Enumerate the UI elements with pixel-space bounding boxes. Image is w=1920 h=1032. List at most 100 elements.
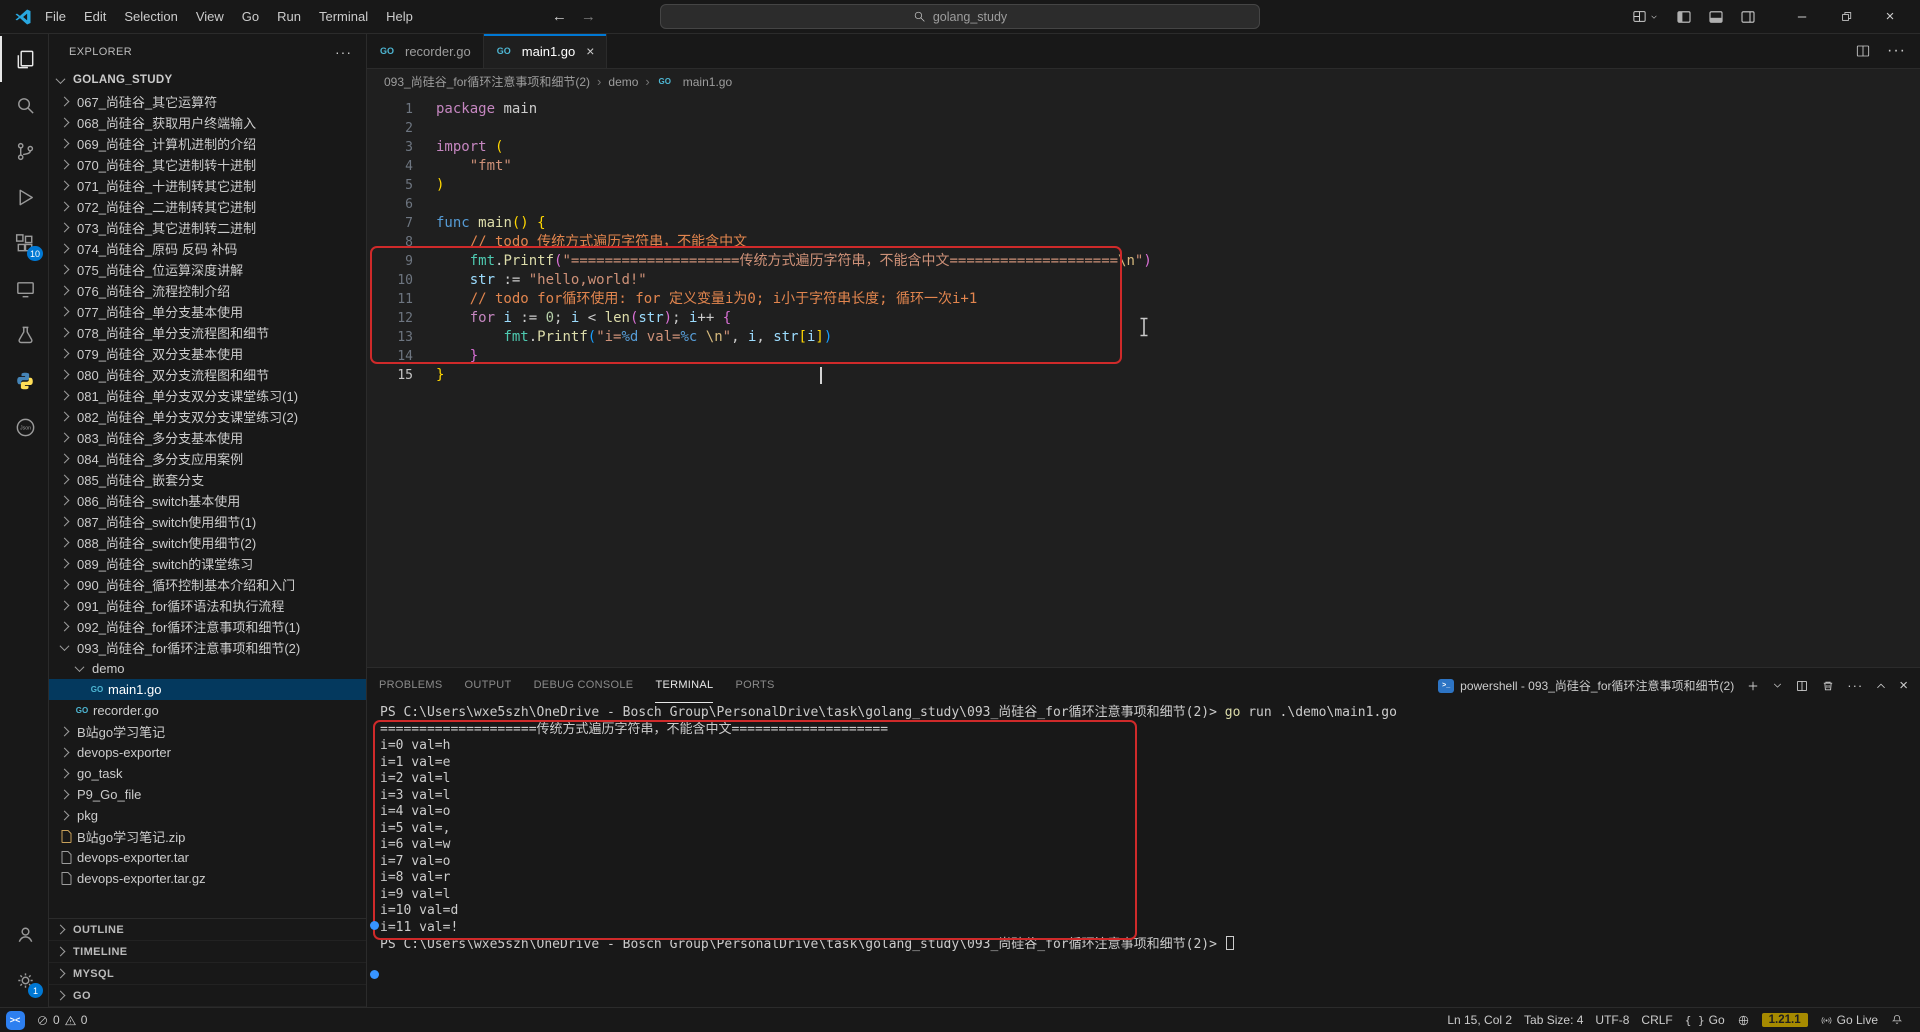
tree-folder-086_尚硅谷_switch基本使用[interactable]: 086_尚硅谷_switch基本使用 xyxy=(49,490,366,511)
menu-terminal[interactable]: Terminal xyxy=(310,6,377,27)
go-env-status[interactable] xyxy=(1731,1014,1756,1027)
tree-folder-074_尚硅谷_原码 反码 补码[interactable]: 074_尚硅谷_原码 反码 补码 xyxy=(49,238,366,259)
tab-main1-go[interactable]: GO main1.go × xyxy=(483,34,608,68)
code-line-10[interactable]: 10 str := "hello,world!" xyxy=(367,271,1920,290)
menu-help[interactable]: Help xyxy=(377,6,422,27)
accounts-icon[interactable] xyxy=(0,911,48,957)
toggle-panel-icon[interactable] xyxy=(1708,9,1724,25)
menu-file[interactable]: File xyxy=(36,6,75,27)
terminal-profile-chevron-icon[interactable] xyxy=(1772,680,1783,691)
panel-tab-output[interactable]: OUTPUT xyxy=(465,668,512,703)
tree-folder-075_尚硅谷_位运算深度讲解[interactable]: 075_尚硅谷_位运算深度讲解 xyxy=(49,259,366,280)
code-line-8[interactable]: 8 // todo 传统方式遍历字符串，不能含中文 xyxy=(367,233,1920,252)
code-line-2[interactable]: 2 xyxy=(367,119,1920,138)
encoding-status[interactable]: UTF-8 xyxy=(1589,1013,1635,1027)
code-line-9[interactable]: 9 fmt.Printf("====================传统方式遍历… xyxy=(367,252,1920,271)
tree-folder-069_尚硅谷_计算机进制的介绍[interactable]: 069_尚硅谷_计算机进制的介绍 xyxy=(49,133,366,154)
tree-folder-092_尚硅谷_for循环注意事项和细节(1)[interactable]: 092_尚硅谷_for循环注意事项和细节(1) xyxy=(49,616,366,637)
tree-file-recorder.go[interactable]: GO recorder.go xyxy=(49,700,366,721)
go-live-button[interactable]: Go Live xyxy=(1814,1013,1884,1027)
menu-selection[interactable]: Selection xyxy=(115,6,186,27)
new-terminal-icon[interactable] xyxy=(1746,679,1760,693)
panel-tab-terminal[interactable]: TERMINAL xyxy=(655,668,714,703)
tree-file-devops-exporter.tar.gz[interactable]: devops-exporter.tar.gz xyxy=(49,868,366,889)
terminal-command-decoration-dot[interactable] xyxy=(370,921,379,930)
tree-folder-081_尚硅谷_单分支双分支课堂练习(1)[interactable]: 081_尚硅谷_单分支双分支课堂练习(1) xyxy=(49,385,366,406)
code-line-1[interactable]: 1 package main xyxy=(367,100,1920,119)
menu-view[interactable]: View xyxy=(187,6,233,27)
tree-folder-pkg[interactable]: pkg xyxy=(49,805,366,826)
code-editor[interactable]: 1 package main 2 3 import (4 "fmt" 5) 6 7 func m… xyxy=(367,94,1920,667)
code-line-15[interactable]: 15} xyxy=(367,366,1920,385)
explorer-more-actions[interactable]: ··· xyxy=(335,44,352,60)
tree-folder-091_尚硅谷_for循环语法和执行流程[interactable]: 091_尚硅谷_for循环语法和执行流程 xyxy=(49,595,366,616)
eol-status[interactable]: CRLF xyxy=(1635,1013,1678,1027)
json-tool-icon[interactable]: Json xyxy=(0,404,48,450)
tree-folder-demo[interactable]: demo xyxy=(49,658,366,679)
tree-root-golang-study[interactable]: GOLANG_STUDY xyxy=(49,69,366,91)
code-line-4[interactable]: 4 "fmt" xyxy=(367,157,1920,176)
close-window-button[interactable]: × xyxy=(1868,0,1912,33)
tree-folder-082_尚硅谷_单分支双分支课堂练习(2)[interactable]: 082_尚硅谷_单分支双分支课堂练习(2) xyxy=(49,406,366,427)
go-version-status[interactable]: 1.21.1 xyxy=(1756,1013,1814,1027)
tree-folder-077_尚硅谷_单分支基本使用[interactable]: 077_尚硅谷_单分支基本使用 xyxy=(49,301,366,322)
explorer-icon[interactable] xyxy=(0,36,48,82)
code-line-14[interactable]: 14 } xyxy=(367,347,1920,366)
tree-folder-P9_Go_file[interactable]: P9_Go_file xyxy=(49,784,366,805)
tree-folder-068_尚硅谷_获取用户终端输入[interactable]: 068_尚硅谷_获取用户终端输入 xyxy=(49,112,366,133)
tree-folder-076_尚硅谷_流程控制介绍[interactable]: 076_尚硅谷_流程控制介绍 xyxy=(49,280,366,301)
menu-go[interactable]: Go xyxy=(233,6,268,27)
maximize-panel-icon[interactable] xyxy=(1875,680,1887,692)
tree-folder-080_尚硅谷_双分支流程图和细节[interactable]: 080_尚硅谷_双分支流程图和细节 xyxy=(49,364,366,385)
editor-more-actions-icon[interactable]: ··· xyxy=(1887,42,1906,60)
tab-recorder-go[interactable]: GO recorder.go xyxy=(367,34,484,68)
code-line-5[interactable]: 5) xyxy=(367,176,1920,195)
tree-file-main1.go[interactable]: GO main1.go xyxy=(49,679,366,700)
command-center-search[interactable]: golang_study xyxy=(660,4,1260,29)
tree-file-B站go学习笔记.zip[interactable]: B站go学习笔记.zip xyxy=(49,826,366,847)
tree-folder-090_尚硅谷_循环控制基本介绍和入门[interactable]: 090_尚硅谷_循环控制基本介绍和入门 xyxy=(49,574,366,595)
code-line-7[interactable]: 7 func main() { xyxy=(367,214,1920,233)
tree-folder-071_尚硅谷_十进制转其它进制[interactable]: 071_尚硅谷_十进制转其它进制 xyxy=(49,175,366,196)
minimize-button[interactable]: – xyxy=(1780,0,1824,33)
terminal-session[interactable]: >_ powershell - 093_尚硅谷_for循环注意事项和细节(2) xyxy=(1438,677,1734,694)
menu-edit[interactable]: Edit xyxy=(75,6,115,27)
close-panel-icon[interactable]: × xyxy=(1899,677,1908,694)
search-sidebar-icon[interactable] xyxy=(0,82,48,128)
close-tab-icon[interactable]: × xyxy=(586,43,594,59)
sidebar-section-timeline[interactable]: TIMELINE xyxy=(49,941,366,963)
tree-folder-089_尚硅谷_switch的课堂练习[interactable]: 089_尚硅谷_switch的课堂练习 xyxy=(49,553,366,574)
tree-file-devops-exporter.tar[interactable]: devops-exporter.tar xyxy=(49,847,366,868)
customize-layout-icon[interactable] xyxy=(1632,9,1658,24)
notifications-bell[interactable] xyxy=(1884,1013,1910,1027)
remote-indicator[interactable]: >< xyxy=(0,1008,30,1032)
back-button[interactable]: ← xyxy=(552,8,567,25)
tree-folder-078_尚硅谷_单分支流程图和细节[interactable]: 078_尚硅谷_单分支流程图和细节 xyxy=(49,322,366,343)
terminal-command-decoration-dot[interactable] xyxy=(370,970,379,979)
tree-folder-088_尚硅谷_switch使用细节(2)[interactable]: 088_尚硅谷_switch使用细节(2) xyxy=(49,532,366,553)
panel-tab-ports[interactable]: PORTS xyxy=(735,668,774,703)
breadcrumb-demo[interactable]: demo xyxy=(608,75,638,89)
terminal-output[interactable]: PS C:\Users\wxe5szh\OneDrive - Bosch Gro… xyxy=(367,703,1920,1007)
cursor-position[interactable]: Ln 15, Col 2 xyxy=(1441,1013,1518,1027)
remote-explorer-icon[interactable] xyxy=(0,266,48,312)
code-line-11[interactable]: 11 // todo for循环使用: for 定义变量i为0; i小于字符串长… xyxy=(367,290,1920,309)
python-icon[interactable] xyxy=(0,358,48,404)
tree-folder-go_task[interactable]: go_task xyxy=(49,763,366,784)
sidebar-section-go[interactable]: GO xyxy=(49,985,366,1007)
split-terminal-icon[interactable] xyxy=(1795,679,1809,693)
code-line-3[interactable]: 3 import ( xyxy=(367,138,1920,157)
tree-folder-085_尚硅谷_嵌套分支[interactable]: 085_尚硅谷_嵌套分支 xyxy=(49,469,366,490)
tree-folder-067_尚硅谷_其它运算符[interactable]: 067_尚硅谷_其它运算符 xyxy=(49,91,366,112)
testing-beaker-icon[interactable] xyxy=(0,312,48,358)
panel-tab-problems[interactable]: PROBLEMS xyxy=(379,668,443,703)
problems-status[interactable]: 0 0 xyxy=(30,1008,93,1032)
sidebar-section-mysql[interactable]: MYSQL xyxy=(49,963,366,985)
forward-button[interactable]: → xyxy=(581,8,596,25)
indentation-status[interactable]: Tab Size: 4 xyxy=(1518,1013,1589,1027)
tree-folder-084_尚硅谷_多分支应用案例[interactable]: 084_尚硅谷_多分支应用案例 xyxy=(49,448,366,469)
tree-folder-devops-exporter[interactable]: devops-exporter xyxy=(49,742,366,763)
breadcrumb-folder[interactable]: 093_尚硅谷_for循环注意事项和细节(2) xyxy=(384,73,590,90)
code-line-6[interactable]: 6 xyxy=(367,195,1920,214)
restore-button[interactable] xyxy=(1824,0,1868,33)
